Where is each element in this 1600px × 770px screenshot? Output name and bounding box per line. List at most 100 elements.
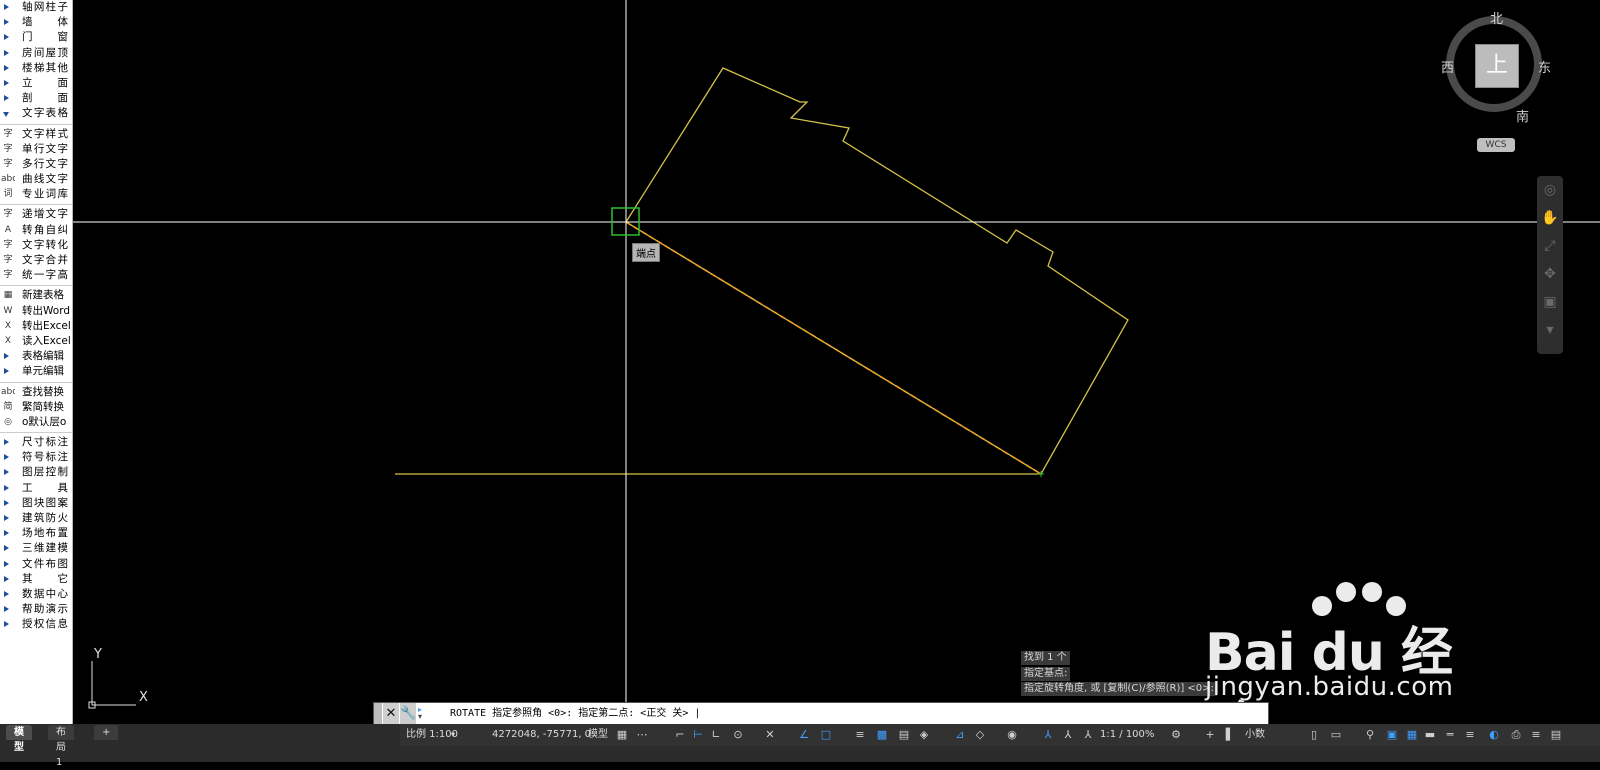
line-display-icon[interactable]: ═	[1442, 727, 1458, 743]
gizmo-icon[interactable]: ◉	[1004, 727, 1020, 743]
pan-hand-icon[interactable]: ✋	[1537, 204, 1563, 232]
showmotion-icon[interactable]: ▣	[1537, 288, 1563, 316]
sidebar-item[interactable]: 词专业词库	[0, 187, 72, 202]
sidebar-item[interactable]: 轴网柱子	[0, 0, 72, 15]
sidebar-item[interactable]: 字多行文字	[0, 157, 72, 172]
compass-west[interactable]: 西	[1441, 57, 1454, 76]
lock-ui-icon[interactable]: ▭	[1328, 727, 1344, 743]
units-display[interactable]: 小数	[1245, 724, 1265, 746]
chevron-down-icon[interactable]: ▾	[418, 712, 422, 721]
tab-layout1[interactable]: 布局1	[48, 725, 74, 768]
sidebar-item[interactable]: W 转出Word	[0, 304, 72, 319]
close-icon[interactable]: ✕	[383, 703, 399, 725]
object-snap-icon[interactable]: □	[818, 727, 834, 743]
model-space-button[interactable]: 模型	[588, 724, 608, 746]
fill-display-icon[interactable]: ≡	[1462, 727, 1478, 743]
sidebar-item[interactable]: 文件布图	[0, 557, 72, 572]
compass-east[interactable]: 东	[1538, 57, 1551, 76]
sidebar-item[interactable]: 建筑防火	[0, 511, 72, 526]
viewcube[interactable]: 上 北 南 西 东	[1441, 12, 1551, 142]
sidebar-item[interactable]: 门 窗	[0, 30, 72, 45]
sidebar-item[interactable]: ▦ 新建表格	[0, 288, 72, 303]
sidebar-item[interactable]: 字统一字高	[0, 268, 72, 283]
customize-menu-icon[interactable]: ≡	[1528, 727, 1544, 743]
polar-icon[interactable]: ⊙	[730, 727, 746, 743]
viewcube-top-face[interactable]: 上	[1475, 44, 1519, 88]
sidebar-item[interactable]: 表格编辑	[0, 349, 72, 364]
sidebar-item[interactable]: 授权信息	[0, 617, 72, 632]
sidebar-item[interactable]: 图层控制	[0, 465, 72, 480]
zoom-extents-icon[interactable]: ⤢	[1537, 232, 1563, 260]
steering-wheel-icon[interactable]: ◎	[1537, 176, 1563, 204]
object-snap-tracking-icon[interactable]: ∠	[796, 727, 812, 743]
infer-icon[interactable]: ⌐	[672, 727, 688, 743]
sidebar-item[interactable]: 字文字转化	[0, 238, 72, 253]
sidebar-item[interactable]: 字单行文字	[0, 142, 72, 157]
units-bar-icon[interactable]: ▌	[1222, 727, 1238, 743]
compass-north[interactable]: 北	[1490, 8, 1503, 27]
layer-display-icon[interactable]: ▬	[1422, 727, 1438, 743]
sidebar-item[interactable]: X 读入Excel	[0, 334, 72, 349]
navbar-menu-icon[interactable]: ▾	[1537, 316, 1563, 344]
add-layout-icon[interactable]: +	[94, 725, 119, 740]
isodraft-icon[interactable]: ✕	[762, 727, 778, 743]
dynamic-input-icon[interactable]: ⊢	[690, 727, 706, 743]
transparency-icon[interactable]: ▩	[874, 727, 890, 743]
grid-icon[interactable]: ▦	[614, 727, 630, 743]
dynamic-ucs-icon[interactable]: ⊿	[952, 727, 968, 743]
customize-wrench-icon[interactable]: 🔧	[400, 703, 416, 725]
sidebar-item[interactable]: abc 查找替换	[0, 385, 72, 400]
sidebar-item[interactable]: 文字表格	[0, 106, 72, 121]
sidebar-item[interactable]: 字递增文字	[0, 207, 72, 222]
sidebar-item[interactable]: 墙 体	[0, 15, 72, 30]
3d-osnap-icon[interactable]: ◈	[916, 727, 932, 743]
sidebar-item[interactable]: 符号标注	[0, 450, 72, 465]
quick-properties-icon[interactable]: ▯	[1306, 727, 1322, 743]
command-line-text[interactable]: ROTATE 指定参照角 <0>: 指定第二点: <正交 关> |	[450, 703, 700, 725]
sidebar-item[interactable]: 帮助演示	[0, 602, 72, 617]
sidebar-item[interactable]: 剖 面	[0, 91, 72, 106]
isolate-objects-icon[interactable]: ⚲	[1362, 727, 1378, 743]
plot-icon[interactable]: ⎙	[1508, 727, 1524, 743]
sidebar-item[interactable]: A 转角自纠	[0, 223, 72, 238]
ortho-icon[interactable]: ∟	[708, 727, 724, 743]
compass-south[interactable]: 南	[1516, 106, 1529, 125]
annotation-scale-icon[interactable]: ⅄	[1080, 727, 1096, 743]
annotation-monitor-icon[interactable]: +	[1202, 727, 1218, 743]
snap-icon[interactable]: ⋯	[634, 727, 650, 743]
command-line[interactable]: ✕ 🔧 ▸ ▾ ROTATE 指定参照角 <0>: 指定第二点: <正交 关> …	[373, 702, 1269, 726]
sidebar-item[interactable]: 三维建模	[0, 541, 72, 556]
sidebar-item[interactable]: 其 它	[0, 572, 72, 587]
lineweight-icon[interactable]: ≡	[852, 727, 868, 743]
selection-cycling-icon[interactable]: ▤	[896, 727, 912, 743]
sidebar-item[interactable]: 字文字样式	[0, 127, 72, 142]
orbit-icon[interactable]: ✥	[1537, 260, 1563, 288]
sidebar-item[interactable]: 房间屋顶	[0, 46, 72, 61]
sidebar-item[interactable]: X 转出Excel	[0, 319, 72, 334]
tab-model[interactable]: 模型	[6, 725, 32, 753]
workspace-gear-icon[interactable]: ⚙	[1168, 727, 1184, 743]
sidebar-item[interactable]: 单元编辑	[0, 364, 72, 379]
sidebar-item[interactable]: 数据中心	[0, 587, 72, 602]
tangent-icon[interactable]: ◐	[1486, 727, 1502, 743]
sidebar-item[interactable]: 简繁简转换	[0, 400, 72, 415]
status-extra-icon[interactable]: ▤	[1548, 727, 1564, 743]
auto-scale-icon[interactable]: ⅄	[1060, 727, 1076, 743]
annotation-visibility-icon[interactable]: ⅄	[1040, 727, 1056, 743]
chevron-down-icon[interactable]: ▾	[451, 724, 455, 746]
sidebar-item[interactable]: abc 曲线文字	[0, 172, 72, 187]
coordinates-readout[interactable]: 4272048, -75771, 0	[492, 724, 591, 746]
hardware-acceleration-icon[interactable]: ▣	[1384, 727, 1400, 743]
sidebar-item[interactable]: 工 具	[0, 481, 72, 496]
sidebar-item[interactable]: 场地布置	[0, 526, 72, 541]
building-outline[interactable]	[625, 67, 1129, 475]
annotation-scale-display[interactable]: 1:1 / 100%	[1100, 724, 1154, 746]
clean-screen-icon[interactable]: ▦	[1404, 727, 1420, 743]
sidebar-item[interactable]: ◎ o默认层o	[0, 415, 72, 430]
sidebar-item[interactable]: 尺寸标注	[0, 435, 72, 450]
wcs-menu[interactable]: WCS	[1477, 138, 1515, 152]
sidebar-item[interactable]: 图块图案	[0, 496, 72, 511]
sidebar-item[interactable]: 楼梯其他	[0, 61, 72, 76]
sidebar-item[interactable]: 字文字合并	[0, 253, 72, 268]
sidebar-item[interactable]: 立 面	[0, 76, 72, 91]
